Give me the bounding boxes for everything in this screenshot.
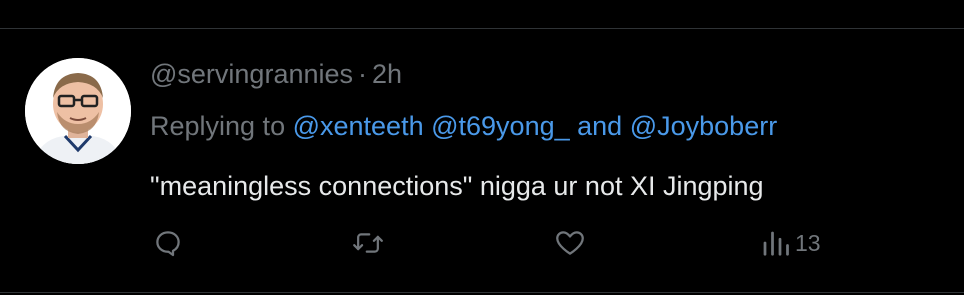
mention-link[interactable]: @Joyboberr	[630, 111, 777, 141]
reply-icon	[156, 231, 180, 257]
reply-prefix: Replying to	[150, 111, 293, 141]
views-button[interactable]: 13	[760, 224, 821, 262]
reply-button[interactable]	[153, 224, 183, 262]
replying-to: Replying to @xenteeth @t69yong_ and @Joy…	[150, 108, 777, 144]
mention-joiner[interactable]: and	[577, 111, 622, 141]
avatar-image	[25, 58, 131, 164]
separator-dot: ·	[358, 59, 368, 89]
heart-icon	[556, 231, 584, 255]
retweet-button[interactable]	[352, 224, 384, 262]
views-icon	[763, 231, 789, 256]
retweet-icon	[353, 233, 383, 253]
avatar[interactable]	[25, 58, 131, 164]
user-handle[interactable]: @servingrannies	[150, 59, 353, 89]
top-divider	[0, 28, 964, 29]
like-button[interactable]	[553, 224, 587, 262]
bottom-divider	[0, 292, 964, 293]
mention-link[interactable]: @t69yong_	[431, 111, 570, 141]
views-count: 13	[795, 229, 821, 256]
mention-link[interactable]: @xenteeth	[293, 111, 424, 141]
tweet-meta: @servingrannies · 2h	[150, 56, 402, 92]
timestamp[interactable]: 2h	[372, 59, 402, 89]
tweet-text: "meaningless connections" nigga ur not X…	[150, 171, 764, 201]
